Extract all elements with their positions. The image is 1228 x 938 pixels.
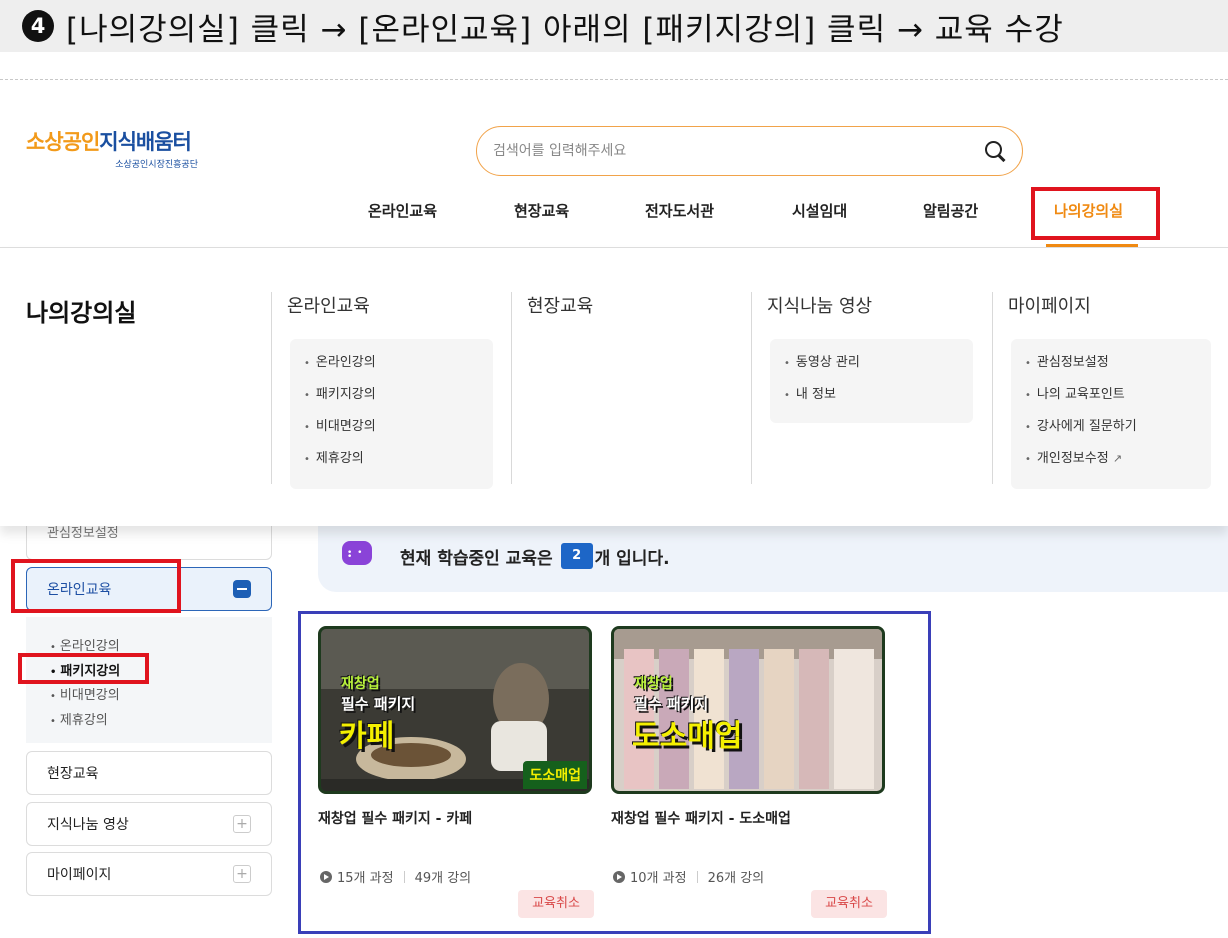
mega-col-field-education: 현장교육 bbox=[511, 292, 751, 484]
mega-item-interest-settings[interactable]: 관심정보설정 bbox=[1025, 353, 1197, 385]
logo-subtitle: 소상공인시장진흥공단 bbox=[115, 160, 198, 170]
sidebar-sub-remote-lecture[interactable]: 비대면강의 bbox=[50, 684, 272, 709]
course-count-badge: 2 bbox=[560, 543, 593, 569]
mega-item-online-lecture[interactable]: 온라인강의 bbox=[304, 353, 479, 385]
sidebar-sub-partner-lecture[interactable]: 제휴강의 bbox=[50, 709, 272, 734]
mega-col-heading[interactable]: 지식나눔 영상 bbox=[767, 292, 992, 318]
sidebar-field-education[interactable]: 현장교육 bbox=[26, 751, 272, 795]
nav-e-library[interactable]: 전자도서관 bbox=[645, 200, 714, 221]
sidebar-mypage-label: 마이페이지 bbox=[47, 867, 112, 883]
instruction-banner: 4 [나의강의실] 클릭 → [온라인교육] 아래의 [패키지강의] 클릭 → … bbox=[0, 0, 1228, 52]
mega-col-knowledge-video: 지식나눔 영상 동영상 관리 내 정보 bbox=[751, 292, 992, 484]
nav-facility-rental[interactable]: 시설임대 bbox=[792, 200, 847, 221]
mega-item-video-manage[interactable]: 동영상 관리 bbox=[784, 353, 959, 385]
chat-bubble-icon: • • • bbox=[342, 541, 380, 571]
mega-item-ask-instructor[interactable]: 강사에게 질문하기 bbox=[1025, 417, 1197, 449]
mega-item-edit-profile[interactable]: 개인정보수정 ↗ bbox=[1025, 449, 1197, 481]
banner-divider bbox=[0, 79, 1228, 80]
highlight-my-classroom bbox=[1031, 187, 1160, 240]
mega-item-partner-lecture[interactable]: 제휴강의 bbox=[304, 449, 479, 481]
mega-col-list: 관심정보설정 나의 교육포인트 강사에게 질문하기 개인정보수정 ↗ bbox=[1011, 339, 1211, 489]
mega-col-mypage: 마이페이지 관심정보설정 나의 교육포인트 강사에게 질문하기 개인정보수정 ↗ bbox=[992, 292, 1222, 489]
expand-icon[interactable]: + bbox=[233, 815, 251, 833]
search-icon[interactable] bbox=[984, 140, 1006, 162]
learning-status-text: 현재 학습중인 교육은 2 개 입니다. bbox=[400, 543, 670, 569]
nav-online-education[interactable]: 온라인교육 bbox=[368, 200, 437, 221]
sidebar-mypage[interactable]: 마이페이지 + bbox=[26, 852, 272, 896]
mega-item-remote-lecture[interactable]: 비대면강의 bbox=[304, 417, 479, 449]
nav-field-education[interactable]: 현장교육 bbox=[514, 200, 569, 221]
mega-menu-title: 나의강의실 bbox=[26, 299, 137, 327]
instruction-text: [나의강의실] 클릭 → [온라인교육] 아래의 [패키지강의] 클릭 → 교육… bbox=[66, 11, 1064, 48]
learning-status-bar: • • • 현재 학습중인 교육은 2 개 입니다. bbox=[318, 520, 1228, 592]
mega-menu-my-classroom: 나의강의실 온라인교육 온라인강의 패키지강의 비대면강의 제휴강의 현장교육 … bbox=[0, 247, 1228, 526]
step-number: 4 bbox=[22, 10, 54, 42]
highlight-course-list bbox=[298, 611, 931, 934]
sidebar-field-label: 현장교육 bbox=[47, 766, 99, 782]
nav-notice[interactable]: 알림공간 bbox=[923, 200, 978, 221]
mega-col-heading[interactable]: 마이페이지 bbox=[1008, 292, 1222, 318]
site-logo[interactable]: 소상공인지식배움터 소상공인시장진흥공단 bbox=[26, 126, 226, 170]
sidebar-video-label: 지식나눔 영상 bbox=[47, 817, 129, 833]
mega-col-list: 동영상 관리 내 정보 bbox=[770, 339, 973, 423]
mega-item-package-lecture[interactable]: 패키지강의 bbox=[304, 385, 479, 417]
highlight-package-lecture bbox=[18, 653, 149, 684]
search-input[interactable] bbox=[493, 143, 984, 159]
highlight-online-education bbox=[11, 559, 181, 613]
search-bar bbox=[476, 126, 1023, 176]
mega-item-edu-points[interactable]: 나의 교육포인트 bbox=[1025, 385, 1197, 417]
expand-icon[interactable]: + bbox=[233, 865, 251, 883]
sidebar-knowledge-video[interactable]: 지식나눔 영상 + bbox=[26, 802, 272, 846]
mega-col-heading[interactable]: 현장교육 bbox=[527, 292, 751, 318]
mega-item-my-info[interactable]: 내 정보 bbox=[784, 385, 959, 417]
logo-wordmark: 소상공인지식배움터 bbox=[26, 130, 192, 154]
mega-col-heading[interactable]: 온라인교육 bbox=[287, 292, 511, 318]
collapse-icon[interactable] bbox=[233, 580, 251, 598]
mega-col-list: 온라인강의 패키지강의 비대면강의 제휴강의 bbox=[290, 339, 493, 489]
mega-col-online-education: 온라인교육 온라인강의 패키지강의 비대면강의 제휴강의 bbox=[271, 292, 511, 489]
external-link-icon: ↗ bbox=[1112, 452, 1123, 465]
